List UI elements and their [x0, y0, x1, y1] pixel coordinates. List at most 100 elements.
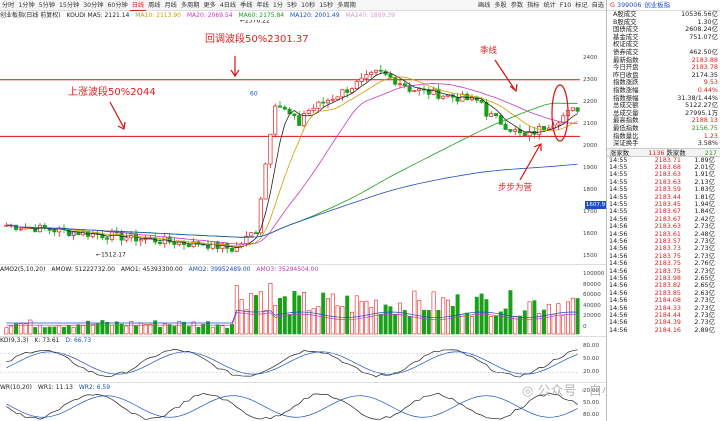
amo-bar [254, 295, 258, 335]
amo-bar [345, 295, 350, 335]
candle-body [249, 232, 254, 237]
software-window: 分时 1分钟 5分钟 15分钟 30分钟 60分钟 日线 周线 月线 多周期 更多 4日线 季线 年线 1分… [0, 0, 720, 421]
amo-tick: 60000 [583, 292, 601, 298]
amo-bar [119, 323, 124, 335]
amo-bar [494, 315, 498, 335]
candle-body [23, 227, 28, 230]
quote-row-label: 深证换手 [613, 139, 639, 148]
amo-bar [47, 326, 52, 335]
period-tab-0[interactable]: 分时 [0, 0, 16, 11]
candle-body [349, 88, 355, 93]
candle-body [297, 115, 302, 126]
period-tab-18[interactable]: 多周期 [335, 0, 358, 11]
toolbar-btn-5[interactable]: F10 [558, 0, 573, 11]
amo-tick: 100000 [583, 271, 605, 277]
period-tab-7[interactable]: 周线 [146, 0, 162, 11]
toolbar-btn-4[interactable]: 统计 [541, 0, 557, 11]
wr-chart[interactable] [0, 392, 606, 421]
amo-bar [436, 310, 441, 335]
period-tab-12[interactable]: 季线 [238, 0, 254, 11]
period-tab-8[interactable]: 月线 [163, 0, 179, 11]
period-tab-14[interactable]: 1分 [271, 0, 285, 11]
amo-bar [407, 316, 412, 335]
kd-chart[interactable] [0, 345, 606, 381]
amo-bar [518, 315, 522, 335]
amo-bar [57, 325, 62, 335]
kd-k: K: 73.61 [34, 337, 60, 344]
period-tab-4[interactable]: 30分钟 [81, 0, 105, 11]
tick-time: 14:56 [609, 325, 628, 334]
candle-body [282, 106, 287, 110]
candle-body [436, 88, 441, 99]
amo-volume-chart[interactable] [0, 274, 606, 336]
tick-list[interactable]: 14:55 2183.71 1.89亿 14:55 2183.68 2.01亿 14:55 2… [607, 156, 720, 334]
period-tab-2[interactable]: 5分钟 [37, 0, 57, 11]
kline-chart[interactable]: ←2576.22 ←1512.17 20 60 [0, 20, 606, 264]
period-tab-17[interactable]: 15秒 [317, 0, 335, 11]
amo-bar [393, 313, 398, 335]
period-tab-13[interactable]: 年线 [255, 0, 271, 11]
amo-bar [297, 295, 302, 335]
toolbar-btn-6[interactable]: 标记 [573, 0, 589, 11]
ma10-line [6, 76, 578, 247]
period-tab-16[interactable]: 10秒 [299, 0, 317, 11]
candle-body [177, 241, 182, 245]
period-tab-6[interactable]: 日线 [129, 0, 147, 11]
amo-bar [330, 293, 335, 335]
kd-tick: 20.00 [583, 369, 600, 375]
price-tick: 2100 [583, 121, 598, 127]
period-tab-15[interactable]: 5秒 [285, 0, 299, 11]
amo-bar [374, 299, 378, 335]
wr-wr1: WR1: 11.13 [37, 384, 73, 391]
toolbar-btn-7[interactable]: 自选 [590, 0, 606, 11]
candle-body [234, 245, 239, 252]
step-arrow [519, 143, 542, 181]
amo-bar [239, 299, 244, 335]
period-tab-11[interactable]: 4日线 [218, 0, 238, 11]
candle-body [407, 85, 412, 92]
candle-body [229, 247, 235, 252]
candle-body [575, 107, 580, 112]
period-tab-10[interactable]: 更多 [201, 0, 217, 11]
amo-bar [326, 298, 330, 335]
amo-bar [4, 327, 9, 335]
kd-title: KD(9,3,3) [0, 337, 29, 344]
amo-bar [196, 327, 201, 335]
toolbar-btn-2[interactable]: 参数 [509, 0, 525, 11]
toolbar-btn-1[interactable]: 多股 [492, 0, 508, 11]
amo-bar [62, 326, 66, 335]
quote-code: 399006 [617, 1, 642, 9]
candle-body [522, 132, 527, 137]
candle-body [412, 90, 417, 92]
toolbar-btn-3[interactable]: 指标 [525, 0, 541, 11]
period-tab-9[interactable]: 多周期 [179, 0, 202, 11]
candle-body [316, 101, 321, 109]
candle-body [18, 228, 23, 231]
amo-bar [340, 306, 345, 335]
candle-body [445, 94, 451, 97]
price-tick: 1700 [583, 209, 598, 215]
price-tick: 1600 [583, 231, 598, 237]
candle-body [345, 89, 350, 93]
annotation-rise: 上涨波段50%2044 [68, 87, 156, 98]
toolbar-btn-0[interactable]: 画线 [476, 0, 492, 11]
period-tab-5[interactable]: 60分钟 [106, 0, 130, 11]
period-tab-1[interactable]: 1分钟 [16, 0, 36, 11]
candle-body [364, 74, 369, 79]
wr-tick: 80.00 [583, 412, 600, 418]
period-tab-3[interactable]: 15分钟 [57, 0, 81, 11]
candle-body [335, 96, 340, 100]
amo-bar [302, 292, 306, 335]
candle-body [354, 81, 359, 89]
down-count: 217 [704, 148, 717, 157]
amo-bar [484, 299, 489, 335]
amo-bar [522, 310, 527, 335]
price-tick: 1900 [583, 165, 598, 171]
amo-bar [167, 324, 172, 335]
amo-bar [9, 325, 14, 335]
amo-legend: AMO2(5,10,20) AMOW: 51222732.00 AMO1: 45… [0, 265, 606, 274]
amo-amo1: AMO1: 45393300.00 [120, 266, 183, 273]
wr2-line [6, 395, 578, 418]
candle-body [186, 244, 191, 247]
high-price-label: ←2576.22 [240, 20, 270, 24]
